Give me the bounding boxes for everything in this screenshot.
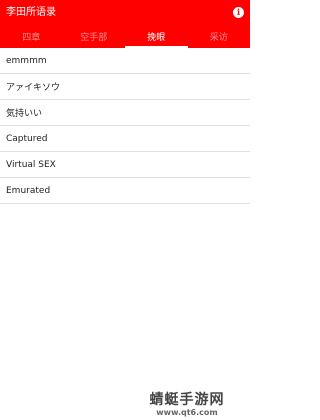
watermark-brand: 蜻蜓手游网 xyxy=(149,392,225,408)
tab-eyes[interactable]: 挽眼 xyxy=(125,25,188,48)
watermark-url: www.qt6.com xyxy=(156,408,218,417)
quote-list: emmmm アァイキソウ 気持いい Captured Virtual SEX E… xyxy=(0,48,250,204)
tab-bar: 四章 空手部 挽眼 采访 xyxy=(0,25,250,48)
app-bar: 李田所语录 i xyxy=(0,0,250,25)
list-item[interactable]: Emurated xyxy=(0,178,250,204)
list-item[interactable]: emmmm xyxy=(0,48,250,74)
app-screen: 李田所语录 i 四章 空手部 挽眼 采访 emmmm アァイキソウ 気持いい C… xyxy=(0,0,250,420)
tab-karate-club[interactable]: 空手部 xyxy=(63,25,126,48)
tab-four-chapters[interactable]: 四章 xyxy=(0,25,63,48)
list-item[interactable]: Virtual SEX xyxy=(0,152,250,178)
info-icon[interactable]: i xyxy=(233,7,244,18)
tab-interview[interactable]: 采访 xyxy=(188,25,251,48)
list-item[interactable]: 気持いい xyxy=(0,100,250,126)
site-watermark: 蜻蜓手游网 www.qt6.com xyxy=(132,392,242,418)
list-item[interactable]: Captured xyxy=(0,126,250,152)
app-title: 李田所语录 xyxy=(6,7,56,18)
list-item[interactable]: アァイキソウ xyxy=(0,74,250,100)
